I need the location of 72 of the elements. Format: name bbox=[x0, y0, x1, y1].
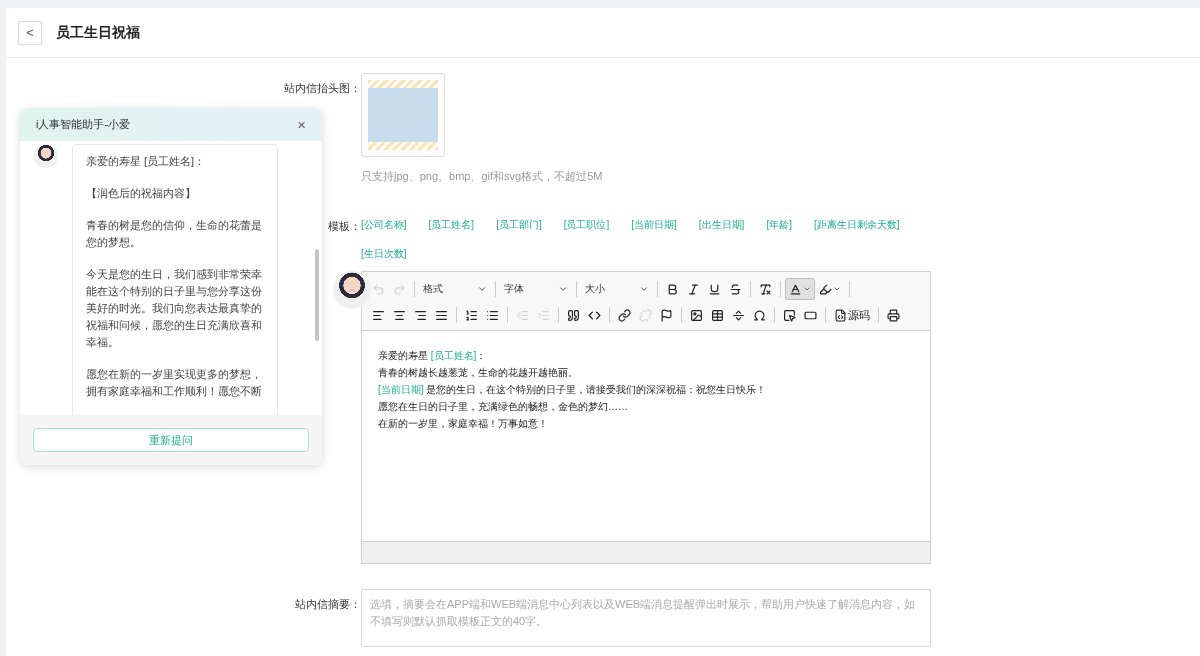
table-icon bbox=[711, 308, 724, 322]
align-center-icon bbox=[393, 308, 406, 322]
undo-icon bbox=[372, 282, 385, 296]
source-code-button[interactable]: 源码 bbox=[830, 304, 874, 326]
link-icon bbox=[618, 308, 631, 322]
caret-icon bbox=[639, 284, 649, 294]
assistant-avatar[interactable] bbox=[333, 271, 371, 309]
field-label: 站内信抬头图： bbox=[284, 81, 361, 96]
quote-icon bbox=[567, 308, 580, 322]
clear-format-icon bbox=[759, 282, 772, 296]
font-color-icon bbox=[789, 282, 802, 296]
underline-icon bbox=[708, 282, 721, 296]
unlink-icon bbox=[639, 308, 652, 322]
outdent-icon bbox=[516, 308, 529, 322]
editor-text-line: [当前日期] 是您的生日，在这个特别的日子里，请接受我们的深深祝福：祝您生日快乐！ bbox=[378, 383, 768, 397]
form-control-icon bbox=[783, 308, 796, 322]
upload-hint: 只支持jpg、png、bmp、gif和svg格式，不超过5M bbox=[361, 169, 604, 184]
field-label: 站内信摘要： bbox=[295, 597, 361, 612]
caret-icon bbox=[477, 284, 487, 294]
close-button[interactable]: × bbox=[297, 116, 306, 133]
summary-field[interactable]: 选填，摘要会在APP端和WEB端消息中心列表以及WEB端消息提醒弹出时展示，帮助用户快速了解消息内容，如不填写则默认抓取模板正文的40字。 bbox=[361, 589, 931, 647]
panel-title: i人事智能助手-小爱 bbox=[36, 117, 131, 132]
flag-icon bbox=[660, 308, 673, 322]
font-color-button[interactable] bbox=[785, 278, 815, 300]
align-right-icon bbox=[414, 308, 427, 322]
omega-icon bbox=[753, 308, 766, 322]
field-label: 模板： bbox=[328, 219, 361, 234]
image-icon bbox=[690, 308, 703, 322]
template-variable-link[interactable]: [出生日期] bbox=[698, 218, 745, 232]
caret-icon bbox=[803, 285, 811, 293]
template-variable-link[interactable]: [年龄] bbox=[766, 218, 792, 232]
message-text: 愿您在新的一岁里实现更多的梦想，拥有家庭幸福和工作顺利！愿您不断 bbox=[86, 367, 263, 399]
editor-text-line: 青春的树越长越葱茏，生命的花越开越艳丽。 bbox=[378, 366, 579, 380]
editor-text-line: 亲爱的寿星 [员工姓名]： bbox=[378, 349, 488, 363]
template-variable-link[interactable]: [员工部门] bbox=[496, 218, 542, 232]
italic-icon bbox=[687, 282, 700, 296]
template-variable-link[interactable]: [生日次数] bbox=[361, 247, 407, 261]
message-text: 今天是您的生日，我们感到非常荣幸能在这个特别的日子里与您分享这份美好的时光。我们向您表达最真挚的祝福和问候，愿您的生日充满欣喜和幸福。 bbox=[86, 267, 263, 350]
message-text: 青春的树是您的信仰，生命的花蕾是您的梦想。 bbox=[86, 218, 263, 250]
format-dropdown[interactable]: 大小 bbox=[581, 278, 653, 300]
scrollbar[interactable] bbox=[315, 249, 319, 341]
ordered-list-icon bbox=[465, 308, 478, 322]
editor-content[interactable]: 亲爱的寿星 [员工姓名]： 青春的树越长越葱茏，生命的花越开越艳丽。 [当前日期] 是您的生日，在这个特别的日子里，请接受我们的深深祝福：祝您生日快乐！ 愿您在生日的日子里，充满绿色的畅想，金色的梦幻…… 在新的一岁里，家庭幸福！万事如意！ bbox=[362, 331, 930, 541]
format-dropdown[interactable]: 字体 bbox=[500, 278, 572, 300]
align-left-icon bbox=[372, 308, 385, 322]
message-text: 【润色后的祝福内容】 bbox=[86, 186, 197, 201]
align-justify-icon bbox=[435, 308, 448, 322]
template-variable-link[interactable]: [员工姓名] bbox=[428, 218, 475, 232]
assistant-avatar bbox=[34, 144, 58, 168]
redo-icon bbox=[393, 282, 406, 296]
editor-text-line: 愿您在生日的日子里，充满绿色的畅想，金色的梦幻…… bbox=[378, 400, 629, 414]
printer-icon bbox=[887, 308, 900, 322]
template-variable-link[interactable]: [当前日期] bbox=[631, 218, 677, 232]
bold-icon bbox=[666, 282, 679, 296]
page-title: 员工生日祝福 bbox=[56, 23, 140, 42]
caret-icon bbox=[833, 285, 841, 293]
code-file-icon bbox=[834, 308, 847, 322]
bullet-list-icon bbox=[486, 308, 499, 322]
template-variable-link[interactable]: [距离生日剩余天数] bbox=[813, 218, 900, 232]
highlight-icon bbox=[819, 282, 832, 296]
back-button[interactable]: < bbox=[18, 20, 42, 45]
strikethrough-icon bbox=[729, 282, 742, 296]
message-text: 亲爱的寿星 [员工姓名]： bbox=[86, 154, 207, 169]
format-dropdown[interactable]: 格式 bbox=[419, 278, 491, 300]
template-variable-link[interactable]: [公司名称] bbox=[361, 218, 407, 232]
indent-icon bbox=[537, 308, 550, 322]
template-variable-link[interactable]: [员工职位] bbox=[563, 218, 610, 232]
horizontal-rule-icon bbox=[732, 308, 745, 322]
ask-again-button[interactable]: 重新提问 bbox=[33, 428, 309, 452]
caret-icon bbox=[558, 284, 568, 294]
editor-text-line: 在新的一岁里，家庭幸福！万事如意！ bbox=[378, 417, 549, 431]
banner-image-placeholder bbox=[368, 88, 438, 142]
